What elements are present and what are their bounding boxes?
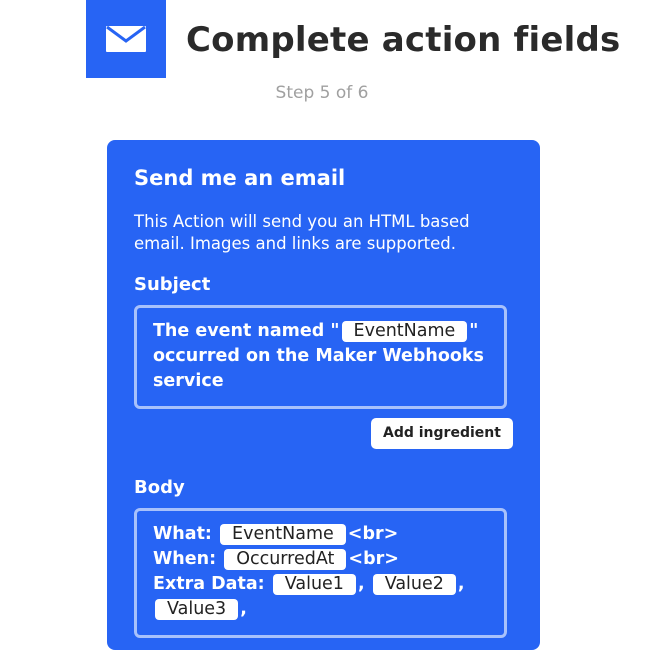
body-text: What:	[153, 524, 212, 544]
body-text: <br>	[347, 524, 399, 544]
body-text: Extra Data:	[153, 574, 265, 594]
action-title: Send me an email	[134, 166, 346, 190]
action-card: Send me an email This Action will send y…	[107, 140, 540, 650]
body-text: When:	[153, 549, 217, 569]
body-field[interactable]: What: EventName <br> When: OccurredAt <br>…	[134, 508, 507, 638]
action-description: This Action will send you an HTML based …	[134, 212, 470, 253]
body-label: Body	[134, 477, 185, 498]
ingredient-pill-value1[interactable]: Value1	[272, 574, 356, 595]
add-ingredient-button[interactable]: Add ingredient	[371, 418, 513, 449]
ingredient-pill-value3[interactable]: Value3	[155, 599, 239, 620]
subject-text: The event named "	[153, 321, 340, 341]
ingredient-pill-eventname[interactable]: EventName	[220, 524, 346, 545]
envelope-icon	[106, 25, 146, 52]
subject-label: Subject	[134, 274, 211, 295]
step-indicator: Step 5 of 6	[275, 83, 369, 103]
ingredient-pill-value2[interactable]: Value2	[372, 574, 456, 595]
ingredient-pill-occurredat[interactable]: OccurredAt	[224, 549, 347, 570]
page-title: Complete action fields	[186, 20, 621, 60]
body-text: ,	[457, 574, 465, 594]
body-text: ,	[240, 599, 247, 619]
subject-field[interactable]: The event named " EventName " occurred on …	[134, 305, 507, 409]
applet-service-icon	[86, 0, 166, 78]
body-text: ,	[357, 574, 365, 594]
body-text: <br>	[348, 549, 399, 569]
ingredient-pill-eventname[interactable]: EventName	[341, 321, 468, 342]
